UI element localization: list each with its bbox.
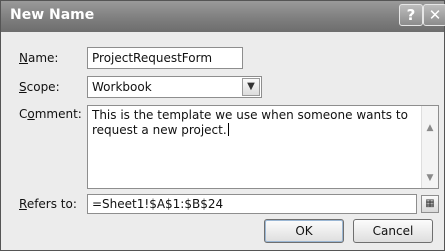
- comment-label-text: mment:: [34, 107, 82, 121]
- scope-label-text: cope:: [26, 80, 60, 94]
- scroll-down-icon[interactable]: ▼: [422, 170, 438, 186]
- refers-to-input[interactable]: =Sheet1!$A$1:$B$24: [87, 194, 417, 214]
- text-caret: [227, 123, 229, 136]
- name-label-text: ame:: [27, 51, 59, 65]
- name-input[interactable]: ProjectRequestForm: [87, 47, 243, 69]
- comment-scrollbar[interactable]: ▲ ▼: [421, 106, 438, 188]
- comment-label: Comment:: [19, 107, 82, 121]
- scope-value: Workbook: [92, 80, 152, 94]
- chevron-down-icon[interactable]: ▼: [242, 78, 260, 96]
- scope-select[interactable]: Workbook ▼: [87, 76, 262, 98]
- collapse-dialog-icon[interactable]: ▦: [421, 195, 439, 213]
- help-button[interactable]: ?: [399, 4, 423, 26]
- name-label-accelerator: N: [19, 51, 28, 65]
- scope-label: Scope:: [19, 80, 60, 94]
- name-label: Name:: [19, 51, 58, 65]
- comment-textarea[interactable]: This is the template we use when someone…: [87, 105, 439, 189]
- new-name-dialog: New Name ? ✕ Name: ProjectRequestForm Sc…: [0, 0, 445, 251]
- dialog-title: New Name: [10, 7, 95, 23]
- title-bar[interactable]: New Name ? ✕: [1, 1, 445, 32]
- refers-label-text: efers to:: [26, 197, 77, 211]
- ok-button[interactable]: OK: [264, 219, 344, 243]
- refers-label-accelerator: R: [19, 197, 27, 211]
- scroll-up-icon[interactable]: ▲: [422, 120, 438, 136]
- cancel-button[interactable]: Cancel: [353, 219, 433, 243]
- comment-text: This is the template we use when someone…: [92, 108, 408, 137]
- scope-label-accelerator: S: [19, 80, 27, 94]
- refers-to-label: Refers to:: [19, 197, 77, 211]
- comment-label-accelerator: o: [27, 107, 35, 121]
- close-button[interactable]: ✕: [423, 4, 445, 26]
